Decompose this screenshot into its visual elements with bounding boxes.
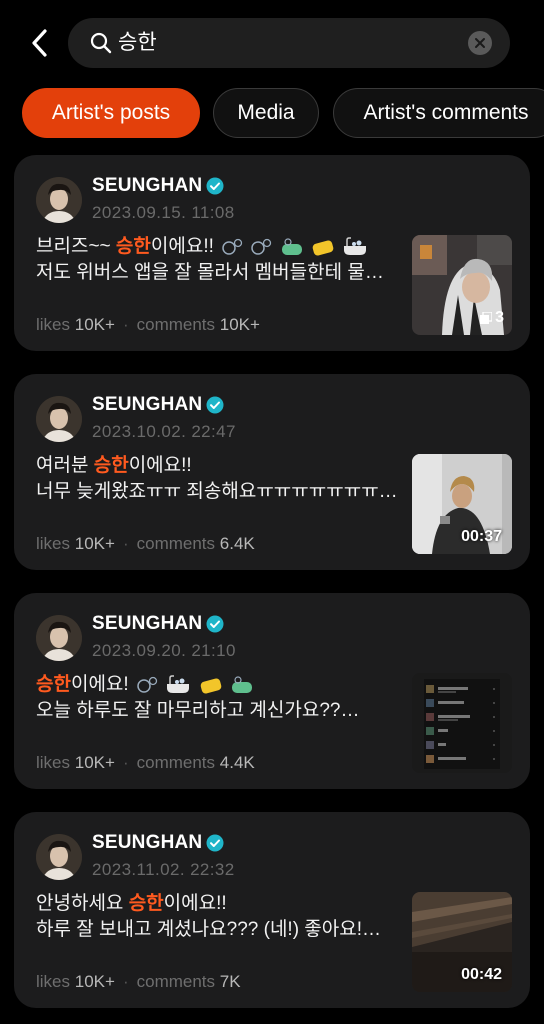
photo-stack-icon bbox=[480, 312, 493, 324]
bubbles-emoji bbox=[251, 238, 272, 255]
clear-search-button[interactable] bbox=[468, 31, 492, 55]
avatar[interactable] bbox=[36, 615, 82, 661]
comments-count: 7K bbox=[219, 972, 241, 991]
verified-icon bbox=[206, 396, 224, 414]
soap-emoji bbox=[281, 238, 302, 255]
search-bar[interactable]: 승한 bbox=[68, 18, 510, 68]
post-text-line2: 하루 잘 보내고 계셨나요??? (네!) 좋아요!… bbox=[36, 919, 382, 940]
post-text-line1: 승한이에요! bbox=[36, 673, 254, 697]
search-highlight: 승한 bbox=[36, 674, 71, 695]
back-button[interactable] bbox=[24, 26, 54, 60]
post-media-thumbnail[interactable]: 00:42 bbox=[412, 892, 512, 992]
likes-count: 10K+ bbox=[74, 972, 115, 991]
bathtub-emoji bbox=[344, 237, 367, 255]
bathtub-emoji bbox=[167, 675, 190, 693]
search-input[interactable]: 승한 bbox=[118, 29, 157, 57]
search-highlight: 승한 bbox=[93, 455, 129, 476]
verified-icon bbox=[206, 834, 224, 852]
tab-artists-posts[interactable]: Artist's posts bbox=[22, 88, 200, 138]
bubbles-emoji bbox=[137, 676, 158, 693]
author-name[interactable]: SEUNGHAN bbox=[92, 613, 202, 635]
search-icon bbox=[90, 32, 112, 54]
post-card[interactable]: SEUNGHAN 2023.11.02. 22:32 안녕하세요 승한이에요!!… bbox=[14, 812, 530, 1008]
likes-count: 10K+ bbox=[74, 753, 115, 772]
post-text-line1: 브리즈~~ 승한이에요!! bbox=[36, 235, 368, 259]
avatar[interactable] bbox=[36, 396, 82, 442]
video-duration: 00:37 bbox=[461, 528, 502, 545]
avatar[interactable] bbox=[36, 834, 82, 880]
post-stats: likes 10K+ · comments 10K+ bbox=[36, 315, 260, 334]
post-media-thumbnail[interactable] bbox=[412, 673, 512, 773]
sponge-emoji bbox=[200, 678, 221, 694]
post-text-line2: 오늘 하루도 잘 마무리하고 계신가요??… bbox=[36, 700, 360, 721]
search-highlight: 승한 bbox=[115, 236, 151, 257]
post-stats: likes 10K+ · comments 4.4K bbox=[36, 753, 255, 772]
verified-icon bbox=[206, 615, 224, 633]
post-date: 2023.09.20. 21:10 bbox=[92, 641, 236, 660]
video-duration: 00:42 bbox=[461, 966, 502, 983]
avatar[interactable] bbox=[36, 177, 82, 223]
filter-tabs: Artist's posts Media Artist's comments bbox=[22, 88, 544, 140]
sponge-emoji bbox=[312, 240, 334, 256]
likes-count: 10K+ bbox=[74, 534, 115, 553]
clear-icon bbox=[475, 38, 485, 48]
verified-icon bbox=[206, 177, 224, 195]
post-card[interactable]: SEUNGHAN 2023.10.02. 22:47 여러분 승한이에요!! 너… bbox=[14, 374, 530, 570]
author-name[interactable]: SEUNGHAN bbox=[92, 175, 202, 197]
post-date: 2023.09.15. 11:08 bbox=[92, 203, 235, 222]
post-stats: likes 10K+ · comments 6.4K bbox=[36, 534, 255, 553]
likes-count: 10K+ bbox=[74, 315, 115, 334]
soap-emoji bbox=[231, 676, 252, 693]
search-highlight: 승한 bbox=[128, 893, 164, 914]
comments-count: 10K+ bbox=[219, 315, 260, 334]
post-card[interactable]: SEUNGHAN 2023.09.15. 11:08 브리즈~~ 승한이에요!!… bbox=[14, 155, 530, 351]
post-date: 2023.11.02. 22:32 bbox=[92, 860, 235, 879]
back-arrow-icon bbox=[32, 29, 47, 57]
post-text-line1: 여러분 승한이에요!! bbox=[36, 455, 192, 476]
author-name[interactable]: SEUNGHAN bbox=[92, 394, 202, 416]
post-text-line2: 너무 늦게왔죠ㅠㅠ 죄송해요ㅠㅠㅠㅠㅠㅠㅠ… bbox=[36, 481, 396, 502]
post-media-thumbnail[interactable]: 3 bbox=[412, 235, 512, 335]
post-media-thumbnail[interactable]: 00:37 bbox=[412, 454, 512, 554]
post-text-line2: 저도 위버스 앱을 잘 몰라서 멤버들한테 물… bbox=[36, 262, 384, 283]
author-name[interactable]: SEUNGHAN bbox=[92, 832, 202, 854]
tab-artists-comments[interactable]: Artist's comments bbox=[333, 88, 544, 138]
media-count: 3 bbox=[480, 309, 504, 327]
comments-count: 6.4K bbox=[219, 534, 255, 553]
bubbles-emoji bbox=[222, 238, 243, 255]
post-card[interactable]: SEUNGHAN 2023.09.20. 21:10 승한이에요! 오늘 하루도… bbox=[14, 593, 530, 789]
post-date: 2023.10.02. 22:47 bbox=[92, 422, 236, 441]
comments-count: 4.4K bbox=[219, 753, 255, 772]
top-bar: 승한 bbox=[0, 0, 544, 86]
post-stats: likes 10K+ · comments 7K bbox=[36, 972, 241, 991]
tab-media[interactable]: Media bbox=[213, 88, 319, 138]
post-text-line1: 안녕하세요 승한이에요!! bbox=[36, 893, 227, 914]
